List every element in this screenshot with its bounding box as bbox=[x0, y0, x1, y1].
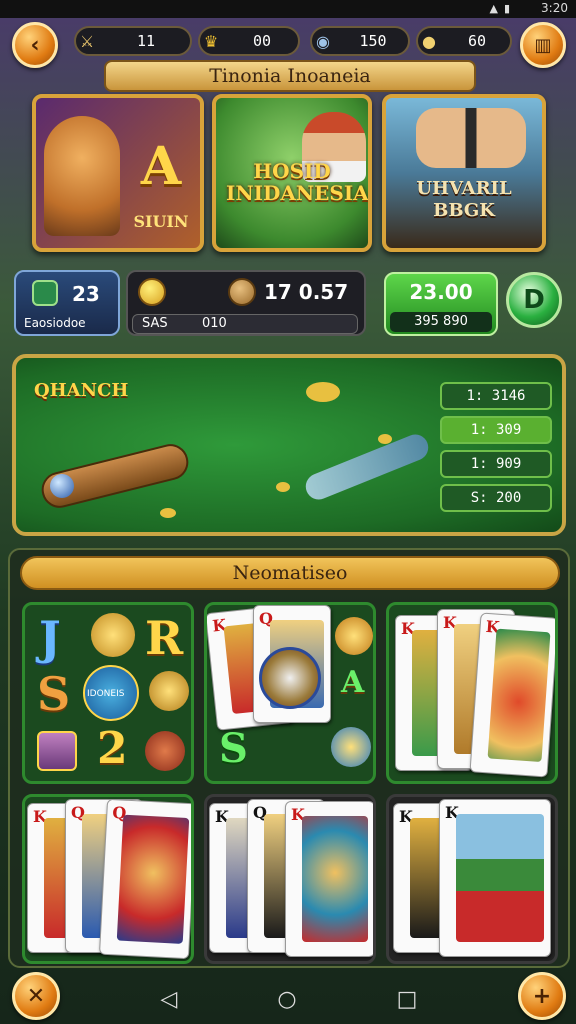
game-card-1[interactable]: A SIUIN bbox=[32, 94, 204, 252]
round-d-button[interactable]: D bbox=[506, 272, 562, 328]
card-art bbox=[456, 814, 544, 942]
slot-game-tile[interactable]: J R S IDONEIS 2 bbox=[22, 602, 194, 784]
game-card-title: SIUIN bbox=[133, 212, 189, 231]
lobby-title: Tinonia Inoaneia bbox=[104, 60, 476, 92]
playing-card: K bbox=[285, 801, 373, 957]
pirate-characters-image bbox=[416, 108, 526, 168]
shield-icon bbox=[32, 280, 58, 306]
menu-button[interactable]: ▥ bbox=[520, 22, 566, 68]
resource-value: 11 bbox=[136, 32, 156, 50]
resource-pill-gold: ● 60 bbox=[416, 26, 512, 56]
game-card-3[interactable]: UHVARIL BBGK bbox=[382, 94, 546, 252]
resource-value: 60 bbox=[467, 32, 487, 50]
gold-coin-icon bbox=[138, 278, 166, 306]
horn-icon bbox=[145, 731, 185, 771]
green-balance-value: 23.00 bbox=[409, 280, 473, 304]
game-card-title: UHVARIL BBGK bbox=[416, 178, 512, 221]
menu-icon: ▥ bbox=[534, 34, 552, 56]
status-time: 3:20 bbox=[541, 1, 568, 15]
resource-value: 00 bbox=[252, 32, 272, 50]
gold-coin-icon: ● bbox=[422, 31, 436, 51]
card-game-tile-1[interactable]: K Q A S bbox=[204, 602, 376, 784]
dagger-icon: ⚔ bbox=[79, 31, 95, 51]
resource-value: 150 bbox=[359, 32, 387, 50]
shield-icon bbox=[259, 647, 321, 709]
gold-mask-icon bbox=[91, 613, 135, 657]
playing-card: Q bbox=[98, 798, 191, 960]
chevron-left-icon: ‹ bbox=[30, 32, 40, 58]
ball-icon bbox=[50, 474, 74, 498]
slot-badge: IDONEIS bbox=[87, 689, 125, 699]
sub-label-b: 010 bbox=[202, 316, 227, 331]
coin-icon bbox=[160, 508, 176, 518]
odds-chip[interactable]: 1: 3146 bbox=[440, 382, 552, 410]
system-status-bar: ▲▮ 3:20 bbox=[0, 0, 576, 18]
odds-chip-selected[interactable]: 1: 309 bbox=[440, 416, 552, 444]
trophy-icon: ♛ bbox=[203, 31, 219, 51]
coin-icon bbox=[276, 482, 290, 492]
slot-symbol-j: J bbox=[39, 611, 61, 665]
balance-panel: 17 0.57 SAS 010 bbox=[126, 270, 366, 336]
stats-bar: 23 Eaosiodoe 17 0.57 SAS 010 23.00 395 8… bbox=[8, 268, 568, 340]
sun-medallion-icon bbox=[335, 617, 373, 655]
odds-chip[interactable]: S: 200 bbox=[440, 484, 552, 512]
coin-icon bbox=[378, 434, 392, 444]
level-panel[interactable]: 23 Eaosiodoe bbox=[14, 270, 120, 336]
odds-chip[interactable]: 1: 909 bbox=[440, 450, 552, 478]
card-art bbox=[487, 628, 551, 763]
game-table[interactable]: QHANCH 1: 3146 1: 309 1: 909 S: 200 bbox=[12, 354, 566, 536]
level-value: 23 bbox=[72, 282, 100, 306]
slot-symbol-s: S bbox=[37, 667, 71, 721]
fox-character-image bbox=[44, 116, 120, 236]
card-art bbox=[116, 814, 190, 944]
back-button[interactable]: ‹ bbox=[12, 22, 58, 68]
resource-pill-trophy: ♛ 00 bbox=[198, 26, 300, 56]
section-title: Neomatiseo bbox=[20, 556, 560, 590]
resource-pill-coins: ◉ 150 bbox=[310, 26, 410, 56]
nav-recents-icon[interactable]: □ bbox=[392, 984, 422, 1014]
green-balance-sub-text: 395 890 bbox=[414, 314, 468, 329]
gold-mask-icon bbox=[149, 671, 189, 711]
game-card-letter: A bbox=[140, 136, 182, 197]
treasure-icon bbox=[37, 731, 77, 771]
playing-card: K bbox=[469, 612, 555, 778]
sun-medallion-icon bbox=[331, 727, 371, 767]
sub-label-a: SAS bbox=[142, 316, 168, 331]
game-card-2[interactable]: HOSID INIDANESIA bbox=[212, 94, 372, 252]
signal-icon: ▲▮ bbox=[489, 2, 516, 15]
slot-symbol-r: R bbox=[145, 611, 184, 665]
table-title: QHANCH bbox=[34, 380, 129, 401]
card-art bbox=[302, 816, 368, 942]
green-balance-button[interactable]: 23.00 395 890 bbox=[384, 272, 498, 336]
card-game-tile-2[interactable]: K K K bbox=[386, 602, 558, 784]
card-game-tile-5[interactable]: K K bbox=[386, 794, 558, 964]
playing-card: K bbox=[439, 799, 551, 957]
level-label: Eaosiodoe bbox=[24, 316, 86, 330]
nav-home-icon[interactable]: ○ bbox=[272, 984, 302, 1014]
card-game-tile-3[interactable]: K Q Q bbox=[22, 794, 194, 964]
balance-value: 17 0.57 bbox=[264, 280, 349, 304]
resource-pill-dagger: ⚔ 11 bbox=[74, 26, 192, 56]
bronze-coin-icon bbox=[228, 278, 256, 306]
fish-net-icon bbox=[301, 430, 433, 504]
card-symbol-s: S bbox=[219, 725, 248, 772]
slot-symbol-2: 2 bbox=[97, 723, 128, 774]
card-game-tile-4[interactable]: K Q K bbox=[204, 794, 376, 964]
bird-icon bbox=[306, 382, 340, 402]
game-card-title: HOSID INIDANESIA bbox=[226, 159, 369, 205]
coin-stack-icon: ◉ bbox=[316, 31, 330, 51]
card-symbol-a: A bbox=[341, 665, 365, 700]
round-d-label: D bbox=[523, 285, 545, 315]
nav-back-icon[interactable]: ◁ bbox=[154, 984, 184, 1014]
